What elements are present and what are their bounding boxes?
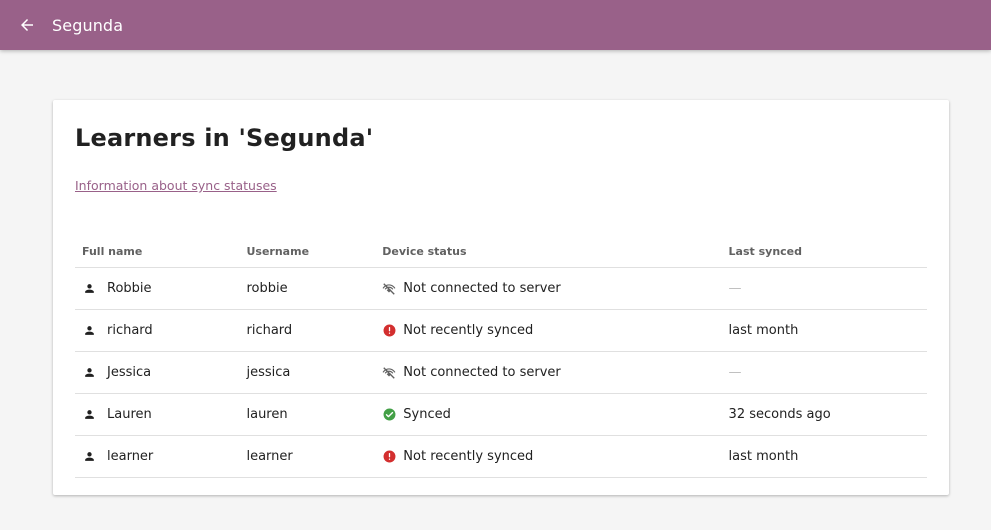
device-status-text: Not connected to server <box>403 281 561 296</box>
last-synced-text: last month <box>728 449 799 464</box>
device-status-text: Not connected to server <box>403 365 561 380</box>
device-status-cell: Not connected to server <box>382 351 729 394</box>
table-row: Jessica jessica Not connected to server … <box>75 351 927 394</box>
username-cell: jessica <box>246 351 383 394</box>
last-synced-text: 32 seconds ago <box>728 407 831 422</box>
table-body: Robbie robbie Not connected to server — … <box>75 267 927 478</box>
app-bar-title: Segunda <box>52 15 124 35</box>
table-row: Lauren lauren Synced 32 seconds ago <box>75 393 927 436</box>
full-name-text: richard <box>107 323 153 338</box>
last-synced-cell: — <box>728 267 927 310</box>
arrow-back-icon <box>21 19 33 31</box>
full-name-text: Robbie <box>107 281 152 296</box>
back-button[interactable] <box>14 12 40 38</box>
table-row: richard richard Not recently synced last… <box>75 309 927 352</box>
last-synced-cell: — <box>728 351 927 394</box>
person-icon <box>82 408 96 422</box>
device-status-text: Synced <box>403 407 451 422</box>
username-text: lauren <box>246 407 288 422</box>
error-icon <box>382 450 396 464</box>
device-status-cell: Not connected to server <box>382 267 729 310</box>
error-icon <box>382 324 396 338</box>
last-synced-cell: 32 seconds ago <box>728 393 927 436</box>
table-row: learner learner Not recently synced last… <box>75 435 927 478</box>
device-status-cell: Synced <box>382 393 729 436</box>
full-name-cell: Lauren <box>75 393 247 436</box>
username-text: learner <box>246 449 293 464</box>
column-header-username[interactable]: Username <box>246 236 383 268</box>
device-status-text: Not recently synced <box>403 449 534 464</box>
sync-status-info-link[interactable]: Information about sync statuses <box>75 178 277 193</box>
last-synced-cell: last month <box>728 435 927 478</box>
full-name-cell: Robbie <box>75 267 247 310</box>
column-header-device-status[interactable]: Device status <box>382 236 729 268</box>
device-status-cell: Not recently synced <box>382 435 729 478</box>
username-cell: richard <box>246 309 383 352</box>
device-status-text: Not recently synced <box>403 323 534 338</box>
person-icon <box>82 282 96 296</box>
last-synced-cell: last month <box>728 309 927 352</box>
person-icon <box>82 366 96 380</box>
learners-table: Full name Username Device status Last sy… <box>75 236 927 478</box>
username-text: jessica <box>246 365 291 380</box>
username-text: richard <box>246 323 293 338</box>
full-name-cell: learner <box>75 435 247 478</box>
full-name-cell: richard <box>75 309 247 352</box>
check-circle-icon <box>382 408 396 422</box>
last-synced-text: — <box>728 365 742 380</box>
last-synced-text: — <box>728 281 742 296</box>
column-header-last-synced[interactable]: Last synced <box>728 236 927 268</box>
learners-card: Learners in 'Segunda' Information about … <box>53 100 949 495</box>
not-connected-icon <box>382 366 396 380</box>
full-name-text: learner <box>107 449 154 464</box>
full-name-cell: Jessica <box>75 351 247 394</box>
last-synced-text: last month <box>728 323 799 338</box>
app-bar: Segunda <box>0 0 991 50</box>
table-row: Robbie robbie Not connected to server — <box>75 267 927 310</box>
person-icon <box>82 324 96 338</box>
full-name-text: Jessica <box>107 365 152 380</box>
column-header-full-name[interactable]: Full name <box>75 236 247 268</box>
person-icon <box>82 450 96 464</box>
username-cell: learner <box>246 435 383 478</box>
username-text: robbie <box>246 281 288 296</box>
full-name-text: Lauren <box>107 407 152 422</box>
device-status-cell: Not recently synced <box>382 309 729 352</box>
table-header-row: Full name Username Device status Last sy… <box>75 236 927 268</box>
page-title: Learners in 'Segunda' <box>75 124 374 152</box>
username-cell: robbie <box>246 267 383 310</box>
username-cell: lauren <box>246 393 383 436</box>
not-connected-icon <box>382 282 396 296</box>
